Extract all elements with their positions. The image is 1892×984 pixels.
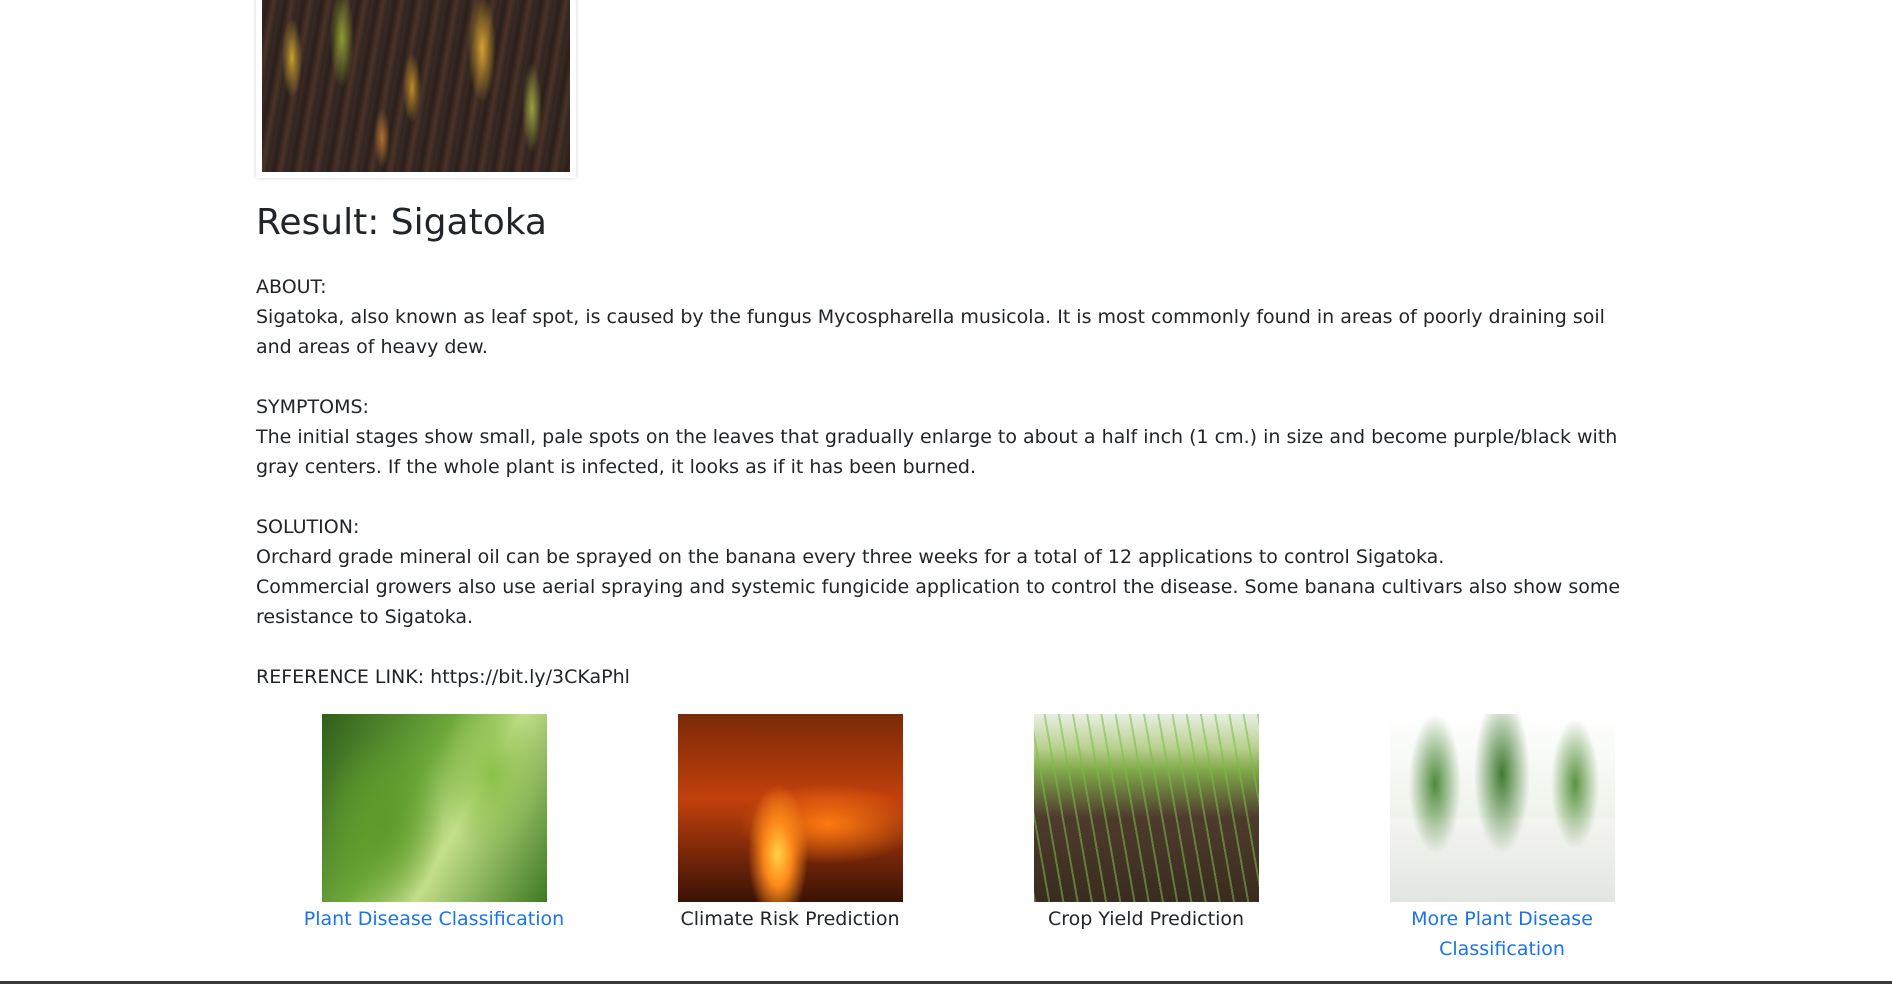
feature-cards: Plant Disease Classification Climate Ris…	[256, 714, 1680, 974]
symptoms-text: The initial stages show small, pale spot…	[256, 426, 1618, 478]
card-more-plant-disease[interactable]: More Plant Disease Classification	[1324, 714, 1680, 964]
card-plant-disease[interactable]: Plant Disease Classification	[256, 714, 612, 934]
crop-field-image	[1033, 714, 1259, 902]
about-text: Sigatoka, also known as leaf spot, is ca…	[256, 306, 1605, 358]
forest-fire-image	[677, 714, 903, 902]
solution-label: SOLUTION:	[256, 516, 360, 538]
solution-text-1: Orchard grade mineral oil can be sprayed…	[256, 546, 1445, 568]
card-climate-risk: Climate Risk Prediction	[612, 714, 968, 934]
uploaded-leaf-image-frame	[256, 0, 576, 178]
result-heading: Result: Sigatoka	[256, 202, 547, 243]
card-crop-yield: Crop Yield Prediction	[968, 714, 1324, 934]
crop-yield-prediction-label: Crop Yield Prediction	[1047, 908, 1245, 930]
about-label: ABOUT:	[256, 276, 327, 298]
potted-plants-image[interactable]	[1389, 714, 1615, 902]
climate-risk-prediction-label: Climate Risk Prediction	[680, 908, 900, 930]
disease-info: ABOUT: Sigatoka, also known as leaf spot…	[256, 272, 1636, 692]
plant-disease-classification-link[interactable]: Plant Disease Classification	[256, 904, 612, 934]
solution-text-2: Commercial growers also use aerial spray…	[256, 576, 1621, 628]
symptoms-label: SYMPTOMS:	[256, 396, 369, 418]
reference-link: REFERENCE LINK: https://bit.ly/3CKaPhl	[256, 666, 630, 688]
more-plant-disease-classification-link[interactable]: More Plant Disease Classification	[1407, 904, 1597, 964]
page: Result: Sigatoka ABOUT: Sigatoka, also k…	[0, 0, 1892, 984]
uploaded-leaf-image	[262, 0, 570, 172]
banana-leaves-image[interactable]	[321, 714, 547, 902]
